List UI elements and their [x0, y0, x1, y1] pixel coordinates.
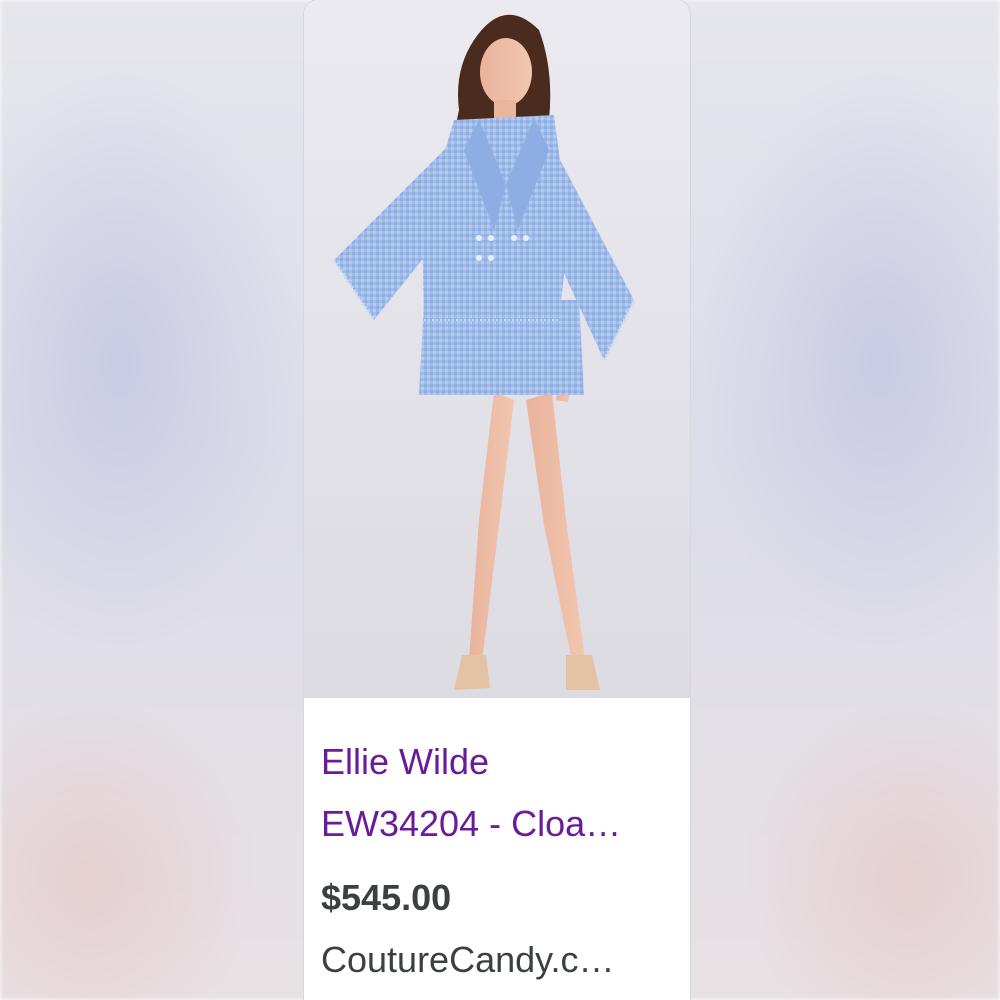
merchant-name: CoutureCandy.c… [321, 939, 615, 980]
product-price: $545.00 [321, 877, 452, 918]
product-title-line-1[interactable]: Ellie Wilde [321, 742, 489, 782]
product-info: Ellie Wilde EW34204 - Cloa… $545.00 Cout… [304, 698, 690, 1000]
product-title-line-2[interactable]: EW34204 - Cloa… [321, 804, 621, 844]
product-image[interactable] [304, 0, 690, 698]
product-card[interactable]: Ellie Wilde EW34204 - Cloa… $545.00 Cout… [304, 0, 690, 1000]
model-illustration [304, 0, 690, 698]
